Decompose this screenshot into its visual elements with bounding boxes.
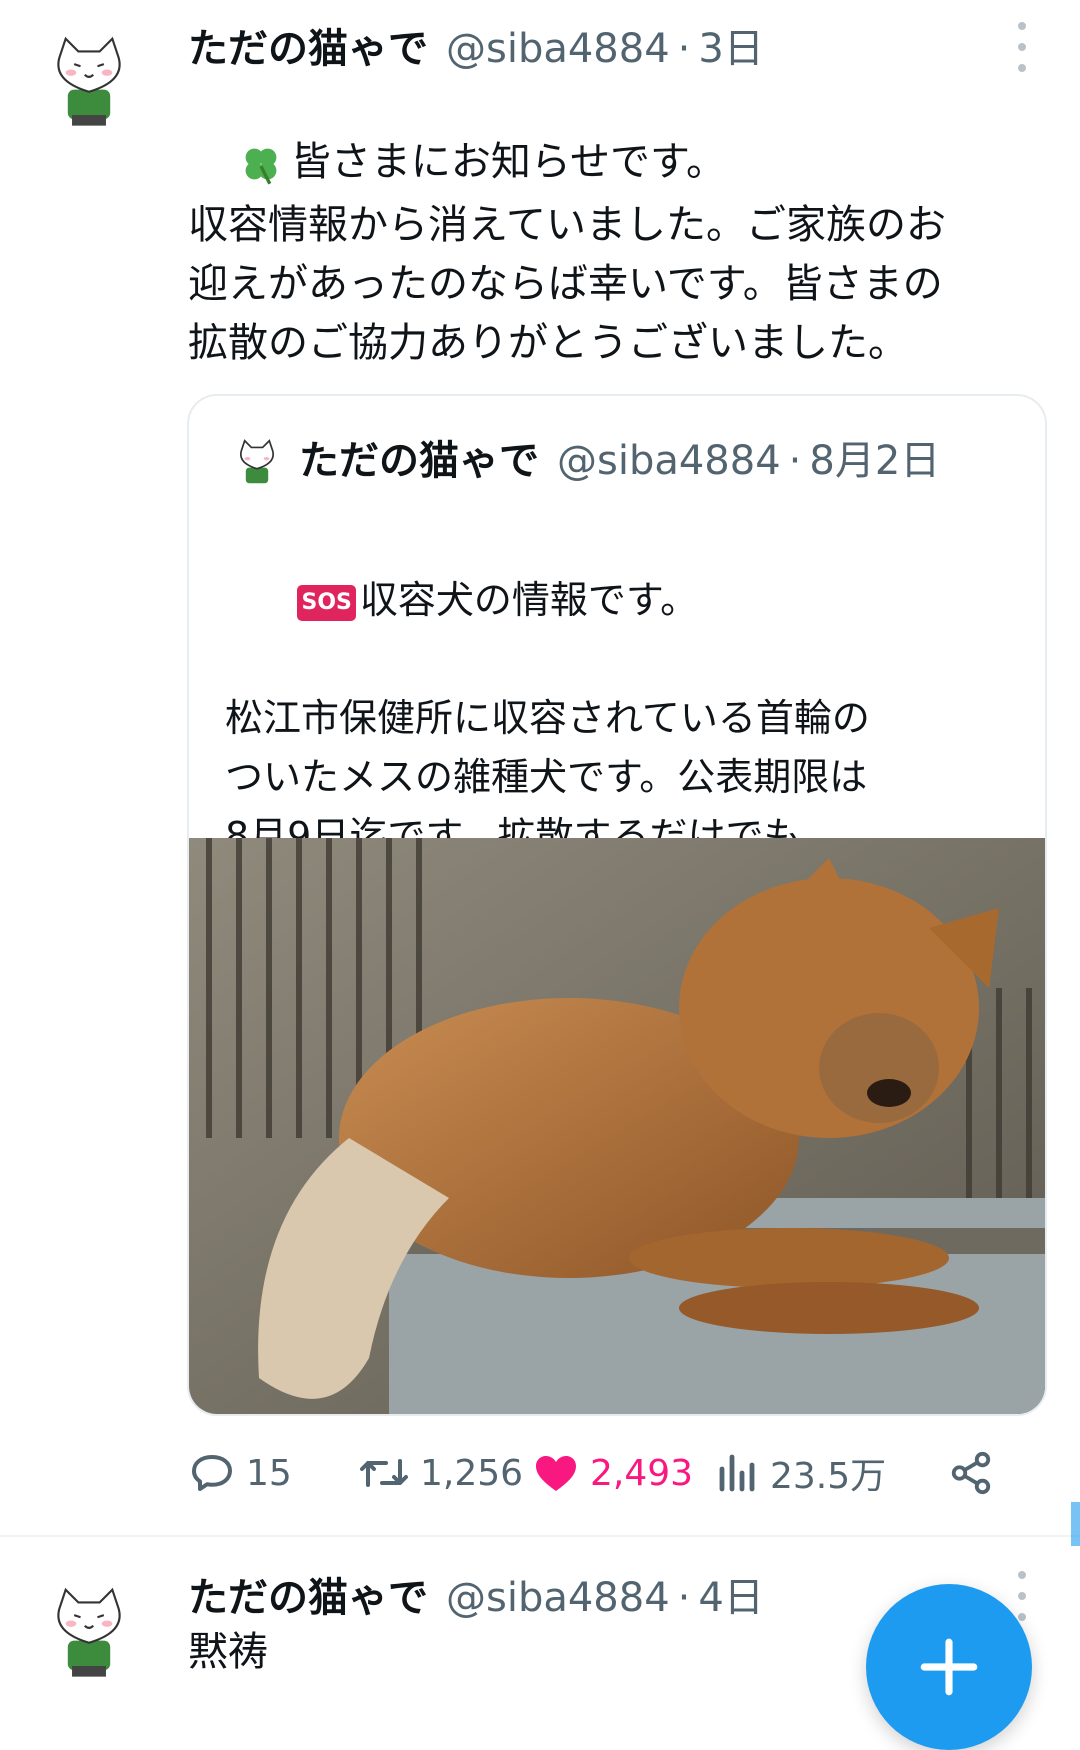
avatar[interactable] bbox=[36, 26, 142, 132]
tweet-header: ただの猫ゃで @siba4884 · 3日 bbox=[188, 16, 764, 76]
quoted-header: ただの猫ゃで @siba4884 · 8月2日 bbox=[299, 428, 940, 486]
retweet-count: 1,256 bbox=[420, 1452, 524, 1494]
tweet-header: ただの猫ゃで @siba4884 · 4日 bbox=[188, 1565, 764, 1625]
tweet-text: 収容情報から消えていました。ご家族のお 迎えがあったのならば幸いです。皆さまの … bbox=[188, 202, 946, 366]
compose-plus-icon bbox=[920, 1638, 978, 1696]
more-icon[interactable] bbox=[1012, 22, 1032, 72]
user-handle[interactable]: @siba4884 bbox=[446, 26, 670, 72]
quoted-body: 松江市保健所に収容されている首輪の ついたメスの雑種犬です。公表期限は 8月9日… bbox=[225, 696, 870, 858]
display-name[interactable]: ただの猫ゃで bbox=[188, 16, 428, 74]
display-name[interactable]: ただの猫ゃで bbox=[188, 1565, 428, 1623]
quoted-headline: 収容犬の情報です。 bbox=[359, 578, 699, 622]
dog-photo[interactable] bbox=[189, 838, 1045, 1414]
share-button[interactable] bbox=[948, 1438, 1004, 1508]
retweet-button[interactable]: 1,256 bbox=[358, 1438, 523, 1508]
quoted-timestamp: 8月2日 bbox=[809, 438, 941, 484]
clover-icon bbox=[245, 148, 277, 185]
separator: · bbox=[677, 1575, 691, 1621]
reply-button[interactable]: 15 bbox=[188, 1438, 292, 1508]
compose-button[interactable] bbox=[866, 1584, 1032, 1750]
cat-avatar-icon bbox=[36, 26, 142, 132]
like-count: 2,493 bbox=[590, 1452, 694, 1494]
dog-photo-image bbox=[189, 838, 1045, 1414]
user-handle[interactable]: @siba4884 bbox=[446, 1575, 670, 1621]
share-icon bbox=[951, 1451, 991, 1495]
avatar[interactable] bbox=[36, 1577, 142, 1683]
retweet-icon bbox=[360, 1459, 408, 1487]
reply-count: 15 bbox=[246, 1452, 292, 1494]
separator: · bbox=[677, 26, 691, 72]
views-button[interactable]: 23.5万 bbox=[716, 1438, 886, 1508]
quoted-handle: @siba4884 bbox=[557, 438, 781, 484]
quoted-display-name: ただの猫ゃで bbox=[299, 438, 539, 484]
tweet[interactable]: ただの猫ゃで @siba4884 · 3日 皆さまにお知らせです。 収容情報から… bbox=[0, 0, 1080, 1536]
reply-icon bbox=[192, 1455, 232, 1491]
cat-avatar-icon bbox=[229, 434, 285, 490]
sos-icon: SOS bbox=[297, 584, 356, 621]
views-icon bbox=[719, 1454, 755, 1492]
tweet-actions: 15 1,256 2,493 23.5万 bbox=[188, 1438, 1008, 1508]
timestamp[interactable]: 4日 bbox=[698, 1565, 763, 1623]
more-icon[interactable] bbox=[1012, 1571, 1032, 1621]
timestamp[interactable]: 3日 bbox=[698, 16, 763, 74]
like-button[interactable]: 2,493 bbox=[532, 1438, 693, 1508]
like-icon bbox=[536, 1456, 576, 1491]
views-count: 23.5万 bbox=[770, 1456, 887, 1497]
cat-avatar-icon bbox=[36, 1577, 142, 1683]
quoted-avatar bbox=[229, 434, 285, 490]
separator: · bbox=[788, 438, 802, 484]
quoted-tweet[interactable]: ただの猫ゃで @siba4884 · 8月2日 SOS 収容犬の情報です。 松江市… bbox=[187, 394, 1047, 1416]
intro-text: 皆さまにお知らせです。 bbox=[290, 139, 727, 185]
